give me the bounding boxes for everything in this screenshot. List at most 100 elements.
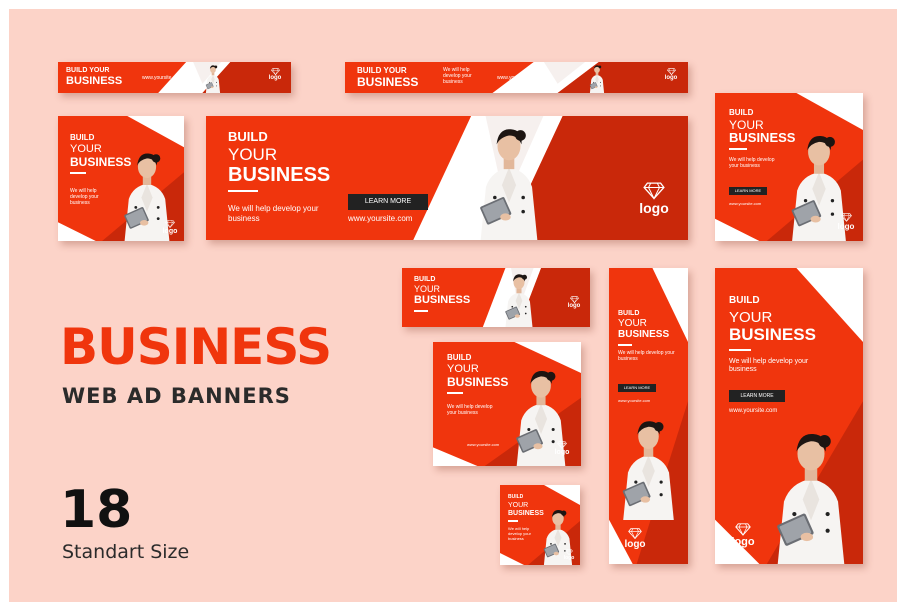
banner-business: BUSINESS bbox=[618, 329, 670, 340]
ad-banner-leaderboard-wide: BUILD YOUR BUSINESS We will help develop y… bbox=[345, 62, 688, 93]
diamond-icon bbox=[840, 213, 852, 222]
logo-text: logo bbox=[563, 555, 575, 561]
woman-with-tablet-photo bbox=[480, 129, 538, 240]
banner-logo: logo bbox=[561, 548, 577, 561]
banner-photo bbox=[494, 268, 544, 327]
banner-logo: logo bbox=[265, 68, 285, 81]
ad-banner-square-small: BUILD YOUR BUSINESS We will help develop yo… bbox=[58, 116, 184, 241]
ad-banner-leaderboard-small: BUILD YOUR BUSINESS www.yoursite.com logo bbox=[58, 62, 291, 93]
banner-build: BUILD bbox=[729, 295, 760, 306]
banner-business: BUSINESS bbox=[447, 375, 509, 389]
diamond-icon bbox=[569, 296, 579, 304]
logo-text: logo bbox=[731, 536, 755, 548]
banner-build: BUILD bbox=[70, 133, 95, 142]
banner-your: YOUR bbox=[508, 502, 529, 509]
ad-banner-banner-mid: BUILD YOUR BUSINESS logo bbox=[402, 268, 590, 327]
banner-url: www.yoursite.com bbox=[467, 442, 500, 447]
banner-description: We will help develop your business bbox=[618, 350, 675, 362]
diamond-icon bbox=[270, 68, 280, 76]
banner-logo: logo bbox=[564, 296, 584, 309]
banner-logo: logo bbox=[634, 182, 674, 216]
banner-logo: logo bbox=[725, 523, 761, 548]
ad-banner-half-page: BUILD YOUR BUSINESS We will help develop yo… bbox=[715, 268, 863, 564]
logo-text: logo bbox=[162, 228, 178, 235]
woman-with-tablet-photo bbox=[505, 274, 533, 327]
diamond-icon bbox=[735, 523, 751, 536]
banner-logo: logo bbox=[619, 528, 651, 550]
diamond-icon bbox=[666, 68, 676, 76]
banner-your: YOUR bbox=[228, 145, 278, 164]
ad-banner-large-leaderboard: BUILD YOUR BUSINESS We will help develop yo… bbox=[206, 116, 688, 240]
banner-divider bbox=[70, 172, 86, 174]
diamond-icon bbox=[643, 182, 665, 200]
banner-build: BUILD bbox=[228, 129, 268, 144]
logo-text: logo bbox=[567, 303, 581, 310]
banner-photo bbox=[609, 408, 688, 520]
banner-description: We will help develop your business bbox=[228, 204, 319, 223]
banner-photo bbox=[444, 116, 574, 240]
ad-banner-rect-right: BUILD YOUR BUSINESS We will help develop yo… bbox=[715, 93, 863, 241]
banner-business: BUSINESS bbox=[228, 164, 331, 186]
banner-photo bbox=[759, 378, 863, 564]
woman-with-tablet-photo bbox=[589, 65, 605, 93]
woman-with-tablet-photo bbox=[622, 421, 674, 520]
banner-logo: logo bbox=[160, 220, 180, 235]
banner-divider bbox=[228, 190, 258, 192]
banner-learn-more-button[interactable]: LEARN MORE bbox=[618, 384, 656, 392]
subheadline: WEB AD BANNERS bbox=[62, 384, 291, 408]
banner-build: BUILD bbox=[414, 276, 436, 283]
banner-divider bbox=[508, 520, 518, 522]
banner-logo: logo bbox=[660, 68, 682, 81]
diamond-icon bbox=[165, 220, 175, 228]
banner-build: BUILD bbox=[447, 353, 472, 362]
banner-photo bbox=[577, 62, 617, 93]
banner-learn-more-button[interactable]: LEARN MORE bbox=[348, 194, 428, 210]
banner-learn-more-button[interactable]: LEARN MORE bbox=[729, 187, 767, 195]
ad-banner-small-square: BUILD YOUR BUSINESS We will help develop yo… bbox=[500, 485, 580, 565]
banner-divider bbox=[618, 344, 632, 346]
banner-build: BUILD bbox=[618, 310, 640, 317]
logo-text: logo bbox=[639, 199, 669, 216]
banner-description: We will help develop your business bbox=[508, 526, 531, 541]
logo-text: logo bbox=[624, 539, 646, 550]
banner-business: BUSINESS bbox=[729, 325, 816, 344]
banner-count: 18 bbox=[60, 480, 133, 540]
banner-business: BUSINESS bbox=[414, 294, 471, 306]
headline: BUSINESS bbox=[60, 318, 332, 376]
logo-text: logo bbox=[268, 75, 282, 82]
banner-business: BUSINESS bbox=[357, 75, 419, 89]
banner-your: YOUR bbox=[447, 363, 479, 375]
banner-divider bbox=[447, 392, 463, 394]
ad-banner-medium-rect: BUILD YOUR BUSINESS We will help develop yo… bbox=[433, 342, 581, 466]
banner-description: We will help develop your business bbox=[729, 157, 775, 169]
ad-banner-skyscraper: BUILD YOUR BUSINESS We will help develop yo… bbox=[609, 268, 688, 564]
banner-divider bbox=[414, 310, 428, 312]
banner-your: YOUR bbox=[729, 309, 773, 326]
banner-url: www.yoursite.com bbox=[618, 398, 651, 403]
banner-your: YOUR bbox=[70, 143, 102, 155]
banner-description: We will help develop your business bbox=[443, 67, 472, 85]
banner-divider bbox=[729, 148, 747, 150]
banner-url: www.yoursite.com bbox=[348, 214, 413, 223]
banner-photo bbox=[193, 62, 233, 93]
logo-text: logo bbox=[554, 449, 570, 456]
diamond-icon bbox=[628, 528, 642, 539]
banner-logo: logo bbox=[551, 441, 573, 456]
logo-text: logo bbox=[837, 222, 855, 231]
banner-your: YOUR bbox=[618, 318, 647, 329]
banner-divider bbox=[729, 349, 751, 351]
banner-description: We will help develop your business bbox=[70, 188, 99, 206]
woman-with-tablet-photo bbox=[205, 65, 221, 93]
banner-logo: logo bbox=[835, 213, 857, 231]
banner-url: www.yoursite.com bbox=[729, 201, 762, 206]
banner-description: We will help develop your business bbox=[447, 404, 493, 416]
banner-url: www.yoursite.com bbox=[142, 75, 183, 81]
banner-url: www.yoursite.com bbox=[497, 75, 538, 81]
diamond-icon bbox=[557, 441, 567, 449]
banner-build: BUILD bbox=[729, 108, 754, 117]
banner-build-your: BUILD YOUR bbox=[66, 67, 110, 74]
banner-build: BUILD bbox=[508, 494, 524, 500]
banner-business: BUSINESS bbox=[66, 75, 123, 87]
banner-description: We will help develop your business bbox=[729, 358, 809, 374]
woman-with-tablet-photo bbox=[777, 433, 845, 564]
